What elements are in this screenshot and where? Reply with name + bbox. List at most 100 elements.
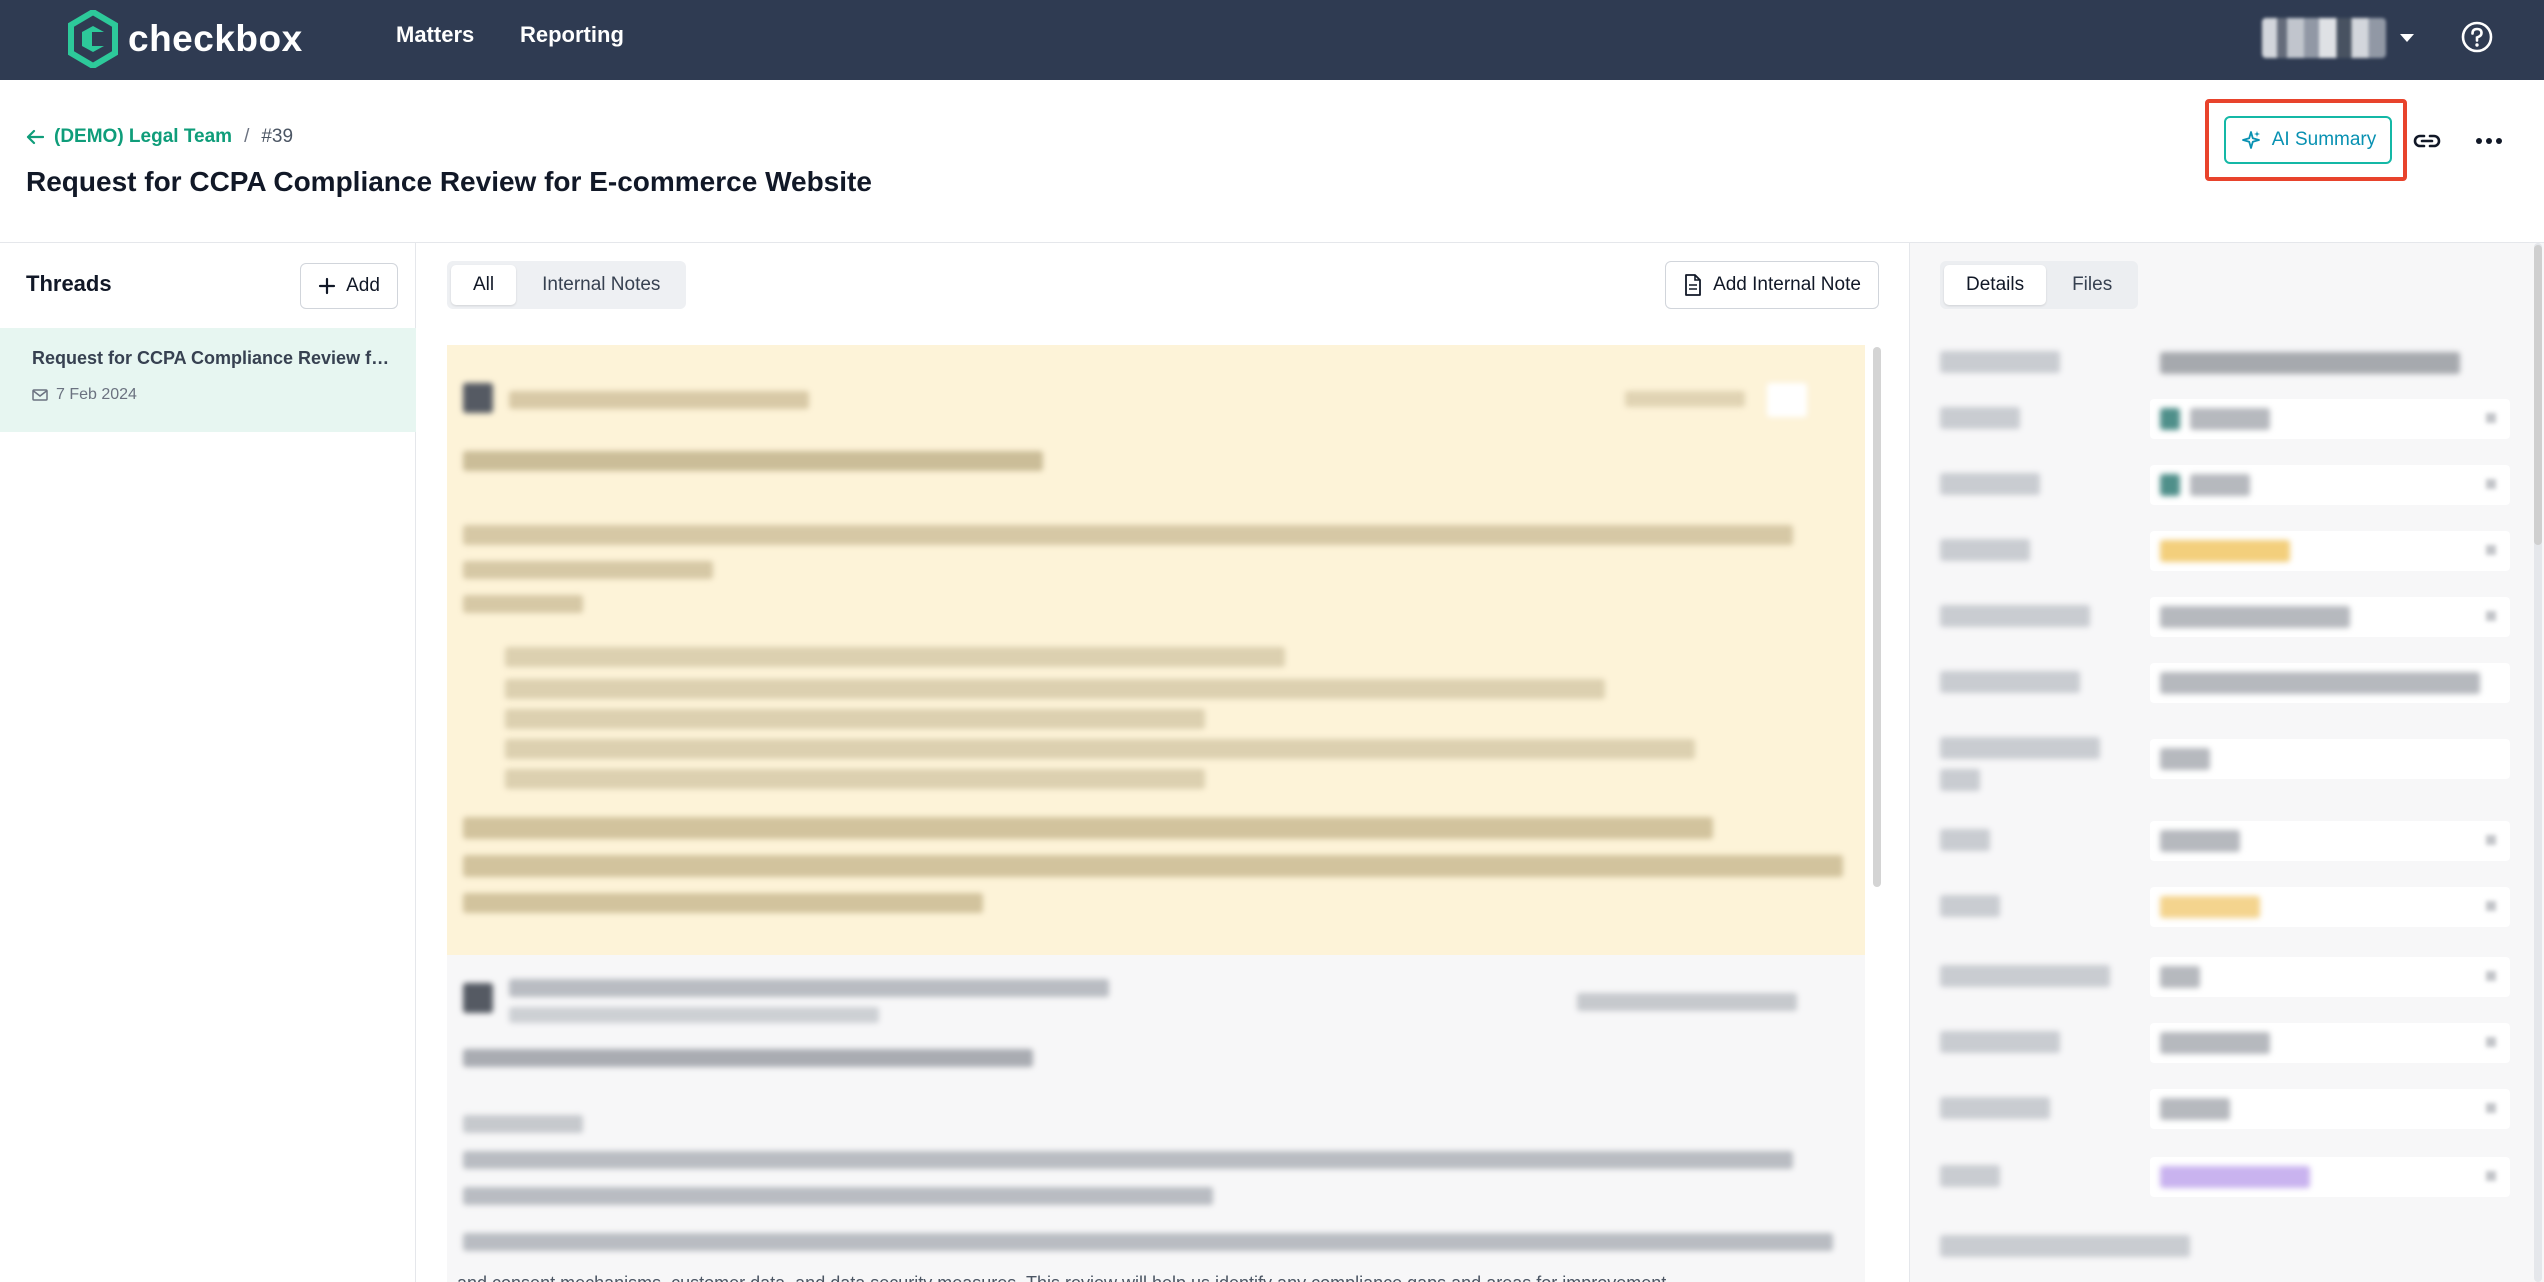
- field-value[interactable]: [2150, 821, 2510, 861]
- field-label-blurred: [1940, 605, 2090, 627]
- body-line-blurred: [463, 1187, 1213, 1205]
- chevron-down-icon: [2486, 545, 2496, 555]
- thread-date-row: 7 Feb 2024: [32, 386, 137, 404]
- body-bullet-blurred: [505, 679, 1605, 699]
- field-label-blurred: [1940, 407, 2020, 429]
- sender-name-blurred: [509, 979, 1109, 997]
- chevron-down-icon: [2486, 1037, 2496, 1047]
- threads-panel: Threads Add Request for CCPA Compliance …: [0, 243, 416, 1282]
- nav-reporting[interactable]: Reporting: [520, 22, 624, 48]
- field-label-blurred: [1940, 895, 2000, 917]
- tab-all[interactable]: All: [451, 265, 517, 305]
- breadcrumb-team: (DEMO) Legal Team: [54, 126, 233, 147]
- body-bullet-blurred: [505, 769, 1205, 789]
- sender-avatar: [463, 983, 493, 1013]
- checkbox-logo[interactable]: checkbox: [68, 10, 303, 68]
- field-value[interactable]: [2150, 531, 2510, 571]
- conversation-scrollbar[interactable]: [1873, 347, 1881, 887]
- body-line-blurred: [463, 595, 583, 613]
- message-card[interactable]: [447, 955, 1865, 1282]
- field-label-blurred: [1940, 539, 2030, 561]
- add-thread-button[interactable]: Add: [300, 263, 398, 309]
- thread-list-item[interactable]: Request for CCPA Compliance Review for E…: [0, 328, 416, 432]
- details-field: [1940, 597, 2520, 637]
- add-internal-note-button[interactable]: Add Internal Note: [1665, 261, 1879, 309]
- field-label-blurred: [1940, 1097, 2050, 1119]
- field-label-blurred: [1940, 1165, 2000, 1187]
- checkbox-logo-icon: [68, 10, 118, 68]
- sender-name-blurred: [509, 391, 809, 409]
- field-label-blurred: [1940, 671, 2080, 693]
- tab-details[interactable]: Details: [1944, 265, 2047, 305]
- details-field: [1940, 531, 2520, 571]
- body-line-blurred: [463, 525, 1793, 545]
- field-value-blurred: [2190, 474, 2250, 496]
- message-card-highlighted[interactable]: [447, 345, 1865, 955]
- field-value[interactable]: [2150, 739, 2510, 779]
- breadcrumb-back-link[interactable]: (DEMO) Legal Team: [26, 126, 232, 148]
- tab-internal-notes[interactable]: Internal Notes: [520, 265, 682, 305]
- details-field: [1940, 343, 2520, 383]
- message-filter-tabs: All Internal Notes: [447, 261, 687, 309]
- avatar: [2160, 474, 2180, 496]
- plus-icon: [318, 277, 336, 295]
- help-icon[interactable]: [2460, 20, 2494, 54]
- field-value[interactable]: [2150, 663, 2510, 703]
- tab-files[interactable]: Files: [2050, 265, 2134, 305]
- conversation-panel: All Internal Notes Add Internal Note: [417, 243, 1909, 1282]
- details-field: [1940, 465, 2520, 505]
- field-label-blurred: [1940, 1031, 2060, 1053]
- body-bullet-blurred: [505, 647, 1285, 667]
- user-menu[interactable]: [2262, 18, 2414, 58]
- chevron-down-icon: [2486, 1103, 2496, 1113]
- field-label-blurred: [1940, 769, 1980, 791]
- details-field: [1940, 1157, 2520, 1197]
- field-value[interactable]: [2150, 1089, 2510, 1129]
- document-icon: [1685, 274, 1701, 296]
- field-value[interactable]: [2150, 887, 2510, 927]
- threads-title: Threads: [26, 271, 112, 296]
- message-action-blurred[interactable]: [1767, 383, 1807, 417]
- field-value-blurred: [2160, 1098, 2230, 1120]
- field-value[interactable]: [2150, 597, 2510, 637]
- avatar: [2262, 18, 2386, 58]
- brand-name: checkbox: [128, 18, 303, 59]
- breadcrumb: (DEMO) Legal Team / #39: [26, 126, 293, 148]
- nav-matters[interactable]: Matters: [396, 22, 474, 48]
- breadcrumb-separator: /: [244, 126, 250, 147]
- sender-avatar: [463, 383, 493, 413]
- chevron-down-icon: [2486, 479, 2496, 489]
- chevron-down-icon: [2486, 901, 2496, 911]
- field-value[interactable]: [2150, 957, 2510, 997]
- ai-summary-label: AI Summary: [2271, 129, 2377, 150]
- field-value[interactable]: [2150, 343, 2510, 383]
- field-value[interactable]: [2150, 399, 2510, 439]
- more-options-icon[interactable]: [2472, 124, 2506, 158]
- mail-icon: [32, 389, 48, 401]
- field-value-blurred: [2160, 672, 2480, 694]
- link-icon[interactable]: [2410, 124, 2444, 158]
- body-line-blurred: [463, 561, 713, 579]
- status-badge: [2160, 1166, 2310, 1188]
- field-value[interactable]: [2150, 1157, 2510, 1197]
- details-field: [1940, 1227, 2520, 1267]
- status-badge: [2160, 540, 2290, 562]
- chevron-down-icon: [2486, 835, 2496, 845]
- field-label-blurred: [1940, 473, 2040, 495]
- field-label-blurred: [1940, 829, 1990, 851]
- field-value-blurred: [2190, 408, 2270, 430]
- add-internal-note-label: Add Internal Note: [1713, 274, 1861, 295]
- field-label-blurred: [1940, 965, 2110, 987]
- field-value-blurred: [2160, 966, 2200, 988]
- chevron-down-icon: [2486, 413, 2496, 423]
- details-scrollbar[interactable]: [2534, 245, 2542, 545]
- field-value[interactable]: [2150, 465, 2510, 505]
- field-value[interactable]: [2150, 1023, 2510, 1063]
- details-panel: Details Files: [1909, 243, 2544, 1282]
- details-field: [1940, 957, 2520, 997]
- add-thread-label: Add: [346, 275, 380, 296]
- field-label-blurred: [1940, 1235, 2190, 1257]
- body-bullet-blurred: [505, 739, 1695, 759]
- ai-summary-button[interactable]: AI Summary: [2224, 116, 2392, 164]
- details-field: [1940, 887, 2520, 927]
